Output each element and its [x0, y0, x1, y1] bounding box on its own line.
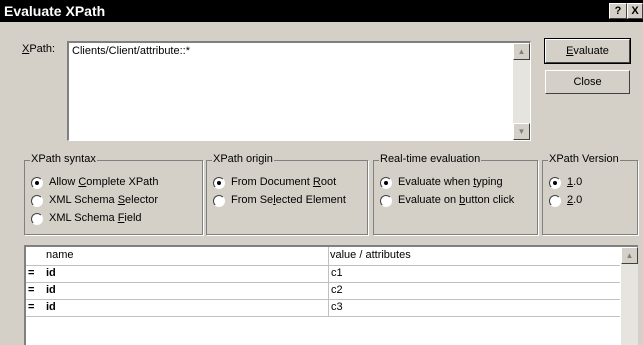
- attribute-icon: =: [28, 284, 35, 296]
- radio-label: Evaluate on button click: [398, 194, 515, 206]
- close-button[interactable]: Close: [545, 70, 630, 94]
- radio-unselected-icon: [380, 195, 392, 207]
- group-legend: XPath origin: [212, 153, 274, 165]
- row-value: c1: [331, 267, 343, 279]
- xpath-scrollbar[interactable]: ▲ ▼: [513, 43, 530, 140]
- column-header-value[interactable]: value / attributes: [330, 249, 411, 261]
- radio-label: XML Schema Selector: [49, 194, 159, 206]
- radio-selected-icon: [213, 177, 225, 189]
- scroll-up-icon[interactable]: ▲: [621, 247, 638, 264]
- scroll-down-icon[interactable]: ▼: [513, 123, 530, 140]
- realtime-evaluation-group: Real-time evaluation Evaluate when typin…: [373, 153, 538, 235]
- evaluate-button[interactable]: Evaluate: [544, 38, 631, 64]
- row-name: id: [46, 284, 56, 296]
- radio-label: 1.0: [567, 176, 583, 188]
- row-value: c3: [331, 301, 343, 313]
- radio-selected-icon: [549, 177, 561, 189]
- radio-unselected-icon: [31, 213, 43, 225]
- column-divider[interactable]: [328, 247, 329, 265]
- xpath-version-group: XPath Version 1.0 2.0: [542, 153, 638, 235]
- xpath-label: XPath:: [22, 43, 56, 55]
- radio-label: Allow Complete XPath: [49, 176, 159, 188]
- radio-label: XML Schema Field: [49, 212, 142, 224]
- row-name: id: [46, 267, 56, 279]
- row-name: id: [46, 301, 56, 313]
- window-close-button[interactable]: X: [627, 3, 643, 19]
- help-button[interactable]: ?: [609, 3, 627, 19]
- radio-selected-icon: [380, 177, 392, 189]
- radio-selected-icon: [31, 177, 43, 189]
- radio-label: From Selected Element: [231, 194, 346, 206]
- row-value: c2: [331, 284, 343, 296]
- column-header-name[interactable]: name: [46, 249, 74, 261]
- xpath-origin-group: XPath origin From Document Root From Sel…: [206, 153, 368, 235]
- radio-unselected-icon: [213, 195, 225, 207]
- table-header: name value / attributes: [26, 247, 620, 266]
- column-divider: [328, 266, 329, 282]
- radio-unselected-icon: [31, 195, 43, 207]
- window-title: Evaluate XPath: [4, 3, 106, 19]
- group-legend: Real-time evaluation: [379, 153, 482, 165]
- attribute-icon: =: [28, 301, 35, 313]
- scroll-up-icon[interactable]: ▲: [513, 43, 530, 60]
- column-divider: [328, 283, 329, 299]
- title-bar: Evaluate XPath ? X: [0, 0, 643, 22]
- results-table[interactable]: name value / attributes = id c1 = id c2 …: [24, 245, 638, 345]
- table-row[interactable]: = id c3: [26, 300, 620, 317]
- xpath-input[interactable]: Clients/Client/attribute::* ▲ ▼: [67, 41, 531, 141]
- table-scrollbar[interactable]: ▲: [621, 247, 638, 345]
- group-legend: XPath syntax: [30, 153, 97, 165]
- xpath-syntax-group: XPath syntax Allow Complete XPath XML Sc…: [24, 153, 203, 235]
- table-row[interactable]: = id c2: [26, 283, 620, 300]
- radio-label: From Document Root: [231, 176, 337, 188]
- xpath-value: Clients/Client/attribute::*: [72, 45, 190, 57]
- radio-label: 2.0: [567, 194, 583, 206]
- column-divider: [328, 300, 329, 316]
- table-row[interactable]: = id c1: [26, 266, 620, 283]
- group-legend: XPath Version: [548, 153, 620, 165]
- attribute-icon: =: [28, 267, 35, 279]
- radio-unselected-icon: [549, 195, 561, 207]
- radio-label: Evaluate when typing: [398, 176, 503, 188]
